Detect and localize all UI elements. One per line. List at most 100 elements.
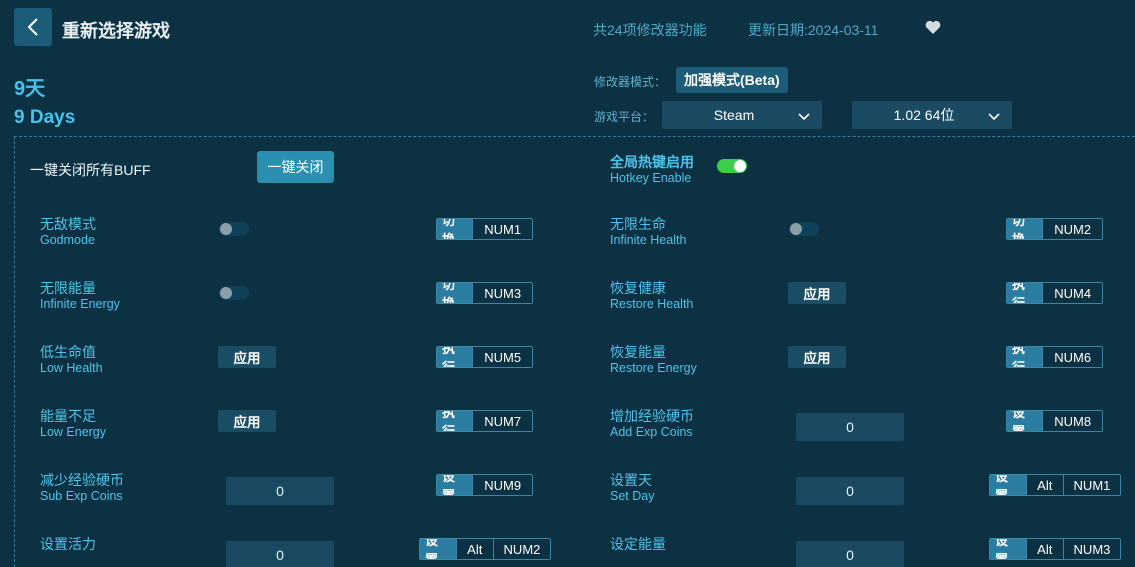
cheat-toggle[interactable] xyxy=(789,222,819,236)
apply-button[interactable]: 应用 xyxy=(218,410,276,432)
cheat-label-en: Low Health xyxy=(40,361,103,375)
cheat-label-en: Godmode xyxy=(40,233,95,247)
cheat-label-en: Restore Health xyxy=(610,297,694,311)
hotkey-key[interactable]: NUM9 xyxy=(472,475,532,495)
hotkey-key[interactable]: NUM1 xyxy=(472,219,532,239)
hotkey-chip[interactable]: 设置 NUM8 xyxy=(1006,410,1103,432)
hotkey-chip[interactable]: 切换 NUM2 xyxy=(1006,218,1103,240)
cheat-label-en: Infinite Energy xyxy=(40,297,120,311)
game-name-cn: 9天 xyxy=(14,78,46,100)
hotkey-enable-label-en: Hotkey Enable xyxy=(610,171,692,185)
mode-label: 修改器模式： xyxy=(594,75,667,89)
hotkey-key[interactable]: NUM8 xyxy=(1042,411,1102,431)
hotkey-key[interactable]: NUM3 xyxy=(1062,539,1120,559)
hotkey-chip[interactable]: 设置 Alt NUM2 xyxy=(419,538,551,560)
cheat-label-cn: 增加经验硬币 xyxy=(610,408,694,424)
hotkey-chip[interactable]: 执行 NUM6 xyxy=(1006,346,1103,368)
back-button[interactable] xyxy=(14,8,52,46)
platform-label: 游戏平台： xyxy=(594,110,655,124)
chevron-down-icon xyxy=(798,113,810,121)
hotkey-chip[interactable]: 设置 Alt NUM1 xyxy=(989,474,1121,496)
cheat-label-en: Restore Energy xyxy=(610,361,697,375)
toggle-knob xyxy=(220,223,232,235)
hotkey-key[interactable]: NUM1 xyxy=(1062,475,1120,495)
hotkey-chip[interactable]: 切换 NUM1 xyxy=(436,218,533,240)
apply-button[interactable]: 应用 xyxy=(218,346,276,368)
hotkey-key[interactable]: NUM7 xyxy=(472,411,532,431)
close-all-button[interactable]: 一键关闭 xyxy=(257,151,334,183)
hotkey-key[interactable]: Alt xyxy=(455,539,493,559)
value-input[interactable]: 0 xyxy=(226,477,334,505)
heart-icon[interactable] xyxy=(925,20,941,40)
cheats-panel xyxy=(14,136,1135,567)
page-title[interactable]: 重新选择游戏 xyxy=(62,17,170,43)
hotkey-key[interactable]: NUM5 xyxy=(472,347,532,367)
cheat-toggle[interactable] xyxy=(219,286,249,300)
hotkey-action[interactable]: 切换 xyxy=(437,283,473,303)
hotkey-chip[interactable]: 执行 NUM5 xyxy=(436,346,533,368)
hotkey-key[interactable]: NUM2 xyxy=(492,539,550,559)
feature-count: 共24项修改器功能 xyxy=(593,22,707,38)
cheat-label-cn: 恢复能量 xyxy=(610,344,666,360)
apply-button[interactable]: 应用 xyxy=(788,346,846,368)
hotkey-action[interactable]: 设置 xyxy=(990,539,1026,559)
hotkey-action[interactable]: 执行 xyxy=(437,411,473,431)
cheat-label-cn: 恢复健康 xyxy=(610,280,666,296)
cheat-label-cn: 设置活力 xyxy=(40,536,96,552)
hotkey-enable-toggle[interactable] xyxy=(717,159,747,173)
hotkey-action[interactable]: 切换 xyxy=(437,219,473,239)
cheat-label-cn: 低生命值 xyxy=(40,344,96,360)
cheat-label-cn: 无限生命 xyxy=(610,216,666,232)
version-value: 1.02 64位 xyxy=(893,107,955,123)
hotkey-key[interactable]: NUM6 xyxy=(1042,347,1102,367)
cheat-label-en: Set Day xyxy=(610,489,655,503)
cheat-label-cn: 无敌模式 xyxy=(40,216,96,232)
close-all-label: 一键关闭所有BUFF xyxy=(30,162,151,178)
game-name-en: 9 Days xyxy=(14,107,76,128)
cheat-label-cn: 无限能量 xyxy=(40,280,96,296)
cheat-toggle[interactable] xyxy=(219,222,249,236)
hotkey-action[interactable]: 切换 xyxy=(1007,219,1043,239)
cheat-label-en: Infinite Health xyxy=(610,233,687,247)
hotkey-key[interactable]: NUM2 xyxy=(1042,219,1102,239)
cheat-label-en: Low Energy xyxy=(40,425,107,439)
hotkey-action[interactable]: 执行 xyxy=(437,347,473,367)
value-input[interactable]: 0 xyxy=(796,477,904,505)
hotkey-chip[interactable]: 执行 NUM4 xyxy=(1006,282,1103,304)
toggle-knob xyxy=(220,287,232,299)
hotkey-action[interactable]: 设置 xyxy=(420,539,456,559)
hotkey-chip[interactable]: 执行 NUM7 xyxy=(436,410,533,432)
mode-badge[interactable]: 加强模式(Beta) xyxy=(676,67,788,93)
toggle-knob xyxy=(790,223,802,235)
cheat-label-en: Sub Exp Coins xyxy=(40,489,123,503)
value-input[interactable]: 0 xyxy=(226,541,334,567)
value-input[interactable]: 0 xyxy=(796,541,904,567)
hotkey-key[interactable]: NUM3 xyxy=(472,283,532,303)
cheat-label-cn: 能量不足 xyxy=(40,408,96,424)
apply-button[interactable]: 应用 xyxy=(788,282,846,304)
hotkey-action[interactable]: 设置 xyxy=(990,475,1026,495)
cheat-label-cn: 设置天 xyxy=(610,472,652,488)
hotkey-chip[interactable]: 切换 NUM3 xyxy=(436,282,533,304)
value-input[interactable]: 0 xyxy=(796,413,904,441)
cheat-label-cn: 设定能量 xyxy=(610,536,666,552)
toggle-knob xyxy=(734,160,746,172)
hotkey-action[interactable]: 执行 xyxy=(1007,347,1043,367)
chevron-down-icon xyxy=(988,113,1000,121)
hotkey-enable-label-cn: 全局热键启用 xyxy=(610,154,694,170)
cheat-label-cn: 减少经验硬币 xyxy=(40,472,124,488)
cheat-label-en: Add Exp Coins xyxy=(610,425,693,439)
platform-value: Steam xyxy=(713,107,755,123)
hotkey-action[interactable]: 设置 xyxy=(437,475,473,495)
hotkey-chip[interactable]: 设置 Alt NUM3 xyxy=(989,538,1121,560)
hotkey-key[interactable]: Alt xyxy=(1025,475,1063,495)
platform-dropdown[interactable]: Steam xyxy=(662,101,822,129)
hotkey-chip[interactable]: 设置 NUM9 xyxy=(436,474,533,496)
version-dropdown[interactable]: 1.02 64位 xyxy=(852,101,1012,129)
hotkey-key[interactable]: Alt xyxy=(1025,539,1063,559)
hotkey-action[interactable]: 设置 xyxy=(1007,411,1043,431)
hotkey-action[interactable]: 执行 xyxy=(1007,283,1043,303)
hotkey-key[interactable]: NUM4 xyxy=(1042,283,1102,303)
chevron-left-icon xyxy=(27,18,38,36)
update-date: 更新日期:2024-03-11 xyxy=(748,22,879,38)
